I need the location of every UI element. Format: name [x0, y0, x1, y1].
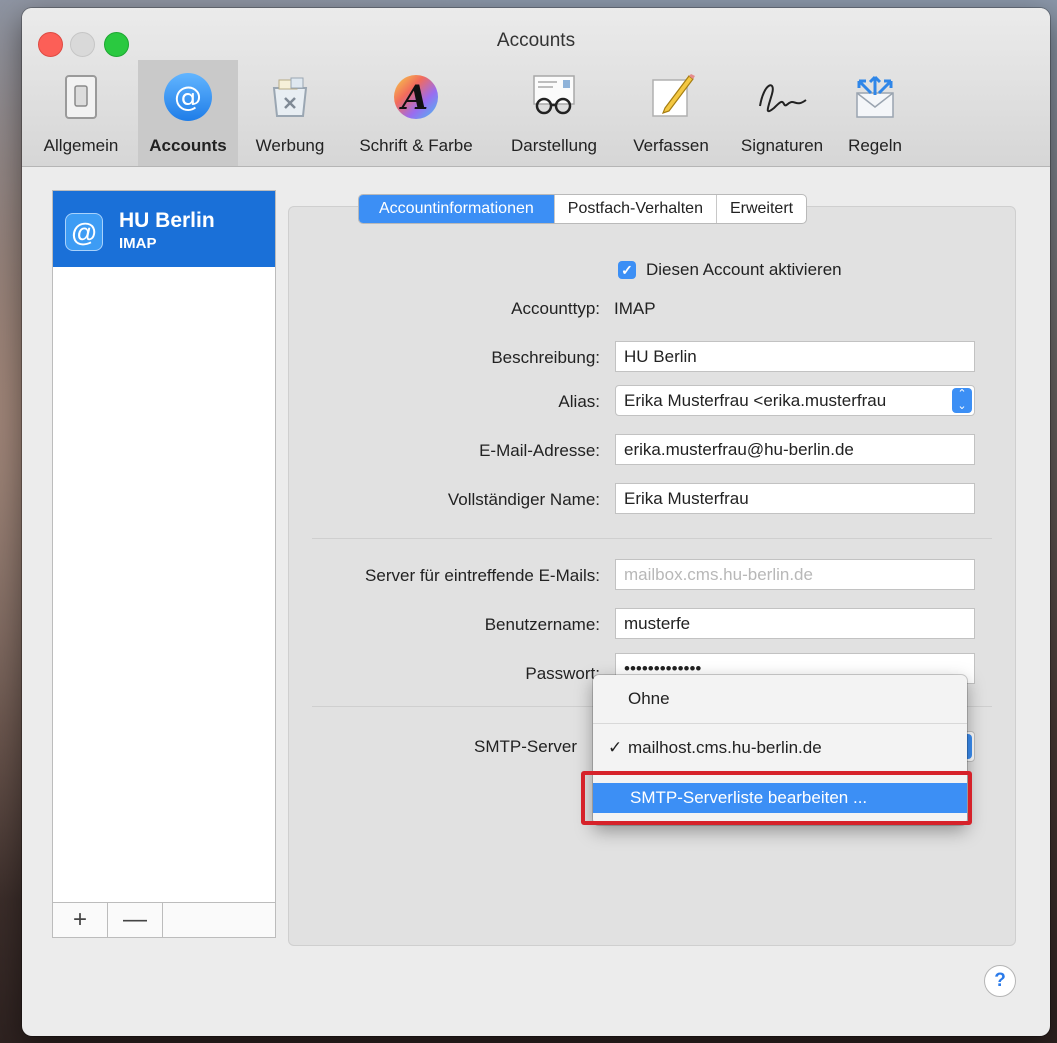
toolbar-item-schrift-farbe[interactable]: A Schrift & Farbe — [340, 60, 492, 166]
account-name: HU Berlin — [119, 209, 215, 232]
accounttype-label: Accounttyp: — [511, 299, 600, 318]
description-label: Beschreibung: — [491, 348, 600, 367]
enable-account-checkbox[interactable]: ✓ — [618, 261, 636, 279]
tab-accountinformationen[interactable]: Accountinformationen — [359, 195, 554, 223]
preferences-window: Accounts Allgemein @ Accounts Werbung A … — [22, 8, 1050, 1036]
segmented-tabs: Accountinformationen Postfach-Verhalten … — [358, 194, 808, 224]
incoming-server-label: Server für eintreffende E-Mails: — [365, 566, 600, 585]
username-label: Benutzername: — [484, 615, 600, 634]
glasses-icon — [521, 64, 587, 130]
fullname-field[interactable]: Erika Musterfrau — [615, 483, 975, 514]
username-field[interactable]: musterfe — [615, 608, 975, 639]
titlebar: Accounts Allgemein @ Accounts Werbung A … — [22, 8, 1050, 167]
toolbar-label: Darstellung — [511, 136, 597, 155]
list-buttons: + — — [53, 902, 275, 937]
password-label: Passwort: — [525, 664, 600, 683]
pencil-note-icon — [638, 64, 704, 130]
toolbar-label: Allgemein — [43, 136, 119, 155]
description-input[interactable]: HU Berlin — [615, 341, 975, 372]
email-field[interactable]: erika.musterfrau@hu-berlin.de — [615, 434, 975, 465]
toolbar-label: Schrift & Farbe — [359, 136, 473, 155]
toolbar-label: Verfassen — [633, 136, 709, 155]
alias-select[interactable]: Erika Musterfrau <erika.musterfrau ⌃ ⌄ — [615, 385, 975, 416]
at-sign-icon: @ — [65, 213, 103, 251]
menu-item-label: mailhost.cms.hu-berlin.de — [628, 738, 822, 757]
accounttype-value: IMAP — [614, 299, 656, 318]
divider — [312, 538, 992, 539]
remove-account-button[interactable]: — — [108, 903, 163, 937]
help-button[interactable]: ? — [984, 965, 1016, 997]
account-row-hu-berlin[interactable]: @ HU Berlin IMAP — [53, 191, 275, 267]
tab-postfach-verhalten[interactable]: Postfach-Verhalten — [553, 195, 716, 223]
svg-text:@: @ — [174, 80, 202, 113]
toolbar-item-signaturen[interactable]: Signaturen — [726, 60, 838, 166]
enable-account-checkbox-row[interactable]: ✓ Diesen Account aktivieren — [618, 260, 842, 280]
accounts-list: @ HU Berlin IMAP + — — [52, 190, 276, 938]
add-account-button[interactable]: + — [53, 903, 108, 937]
toolbar-item-werbung[interactable]: Werbung — [242, 60, 338, 166]
menu-item-ohne[interactable]: Ohne — [593, 686, 967, 712]
toolbar-item-verfassen[interactable]: Verfassen — [618, 60, 724, 166]
smtp-server-label: SMTP-Server — [474, 737, 577, 756]
menu-separator — [593, 723, 967, 724]
toolbar-label: Werbung — [255, 136, 325, 155]
switch-icon — [48, 64, 114, 130]
checkmark-icon: ✓ — [608, 738, 623, 757]
toolbar-item-regeln[interactable]: Regeln — [838, 60, 912, 166]
alias-value: Erika Musterfrau <erika.musterfrau — [624, 391, 887, 410]
toolbar-label: Accounts — [149, 136, 227, 155]
tab-erweitert[interactable]: Erweitert — [715, 195, 806, 223]
alias-label: Alias: — [558, 392, 600, 411]
chevron-updown-icon: ⌃⌄ — [952, 388, 972, 413]
toolbar-label: Regeln — [848, 136, 902, 155]
junk-trash-icon — [257, 64, 323, 130]
toolbar-label: Signaturen — [740, 136, 824, 155]
signature-icon — [749, 64, 815, 130]
toolbar-item-accounts[interactable]: @ Accounts — [138, 60, 238, 166]
fullname-label: Vollständiger Name: — [447, 490, 600, 509]
menu-item-mailhost[interactable]: ✓ mailhost.cms.hu-berlin.de — [593, 733, 967, 763]
font-color-icon: A — [383, 64, 449, 130]
toolbar-item-darstellung[interactable]: Darstellung — [492, 60, 616, 166]
incoming-server-field: mailbox.cms.hu-berlin.de — [615, 559, 975, 590]
email-label: E-Mail-Adresse: — [479, 441, 600, 460]
account-type: IMAP — [119, 235, 157, 252]
enable-account-label: Diesen Account aktivieren — [646, 260, 842, 279]
rules-envelope-icon — [842, 64, 908, 130]
toolbar-item-allgemein[interactable]: Allgemein — [28, 60, 134, 166]
svg-text:A: A — [399, 78, 428, 118]
at-sign-icon: @ — [155, 64, 221, 130]
window-title: Accounts — [496, 30, 576, 51]
highlight-annotation-box — [581, 771, 972, 825]
